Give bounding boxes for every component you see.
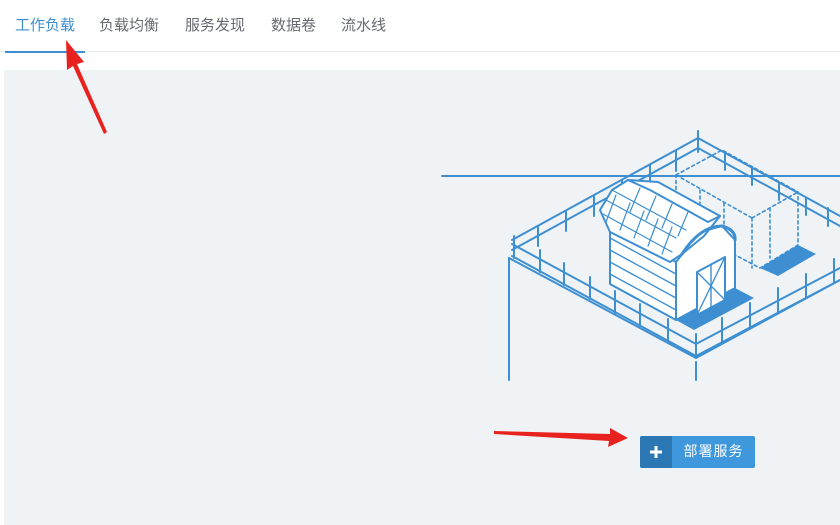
tab-service-discovery[interactable]: 服务发现 xyxy=(185,0,245,52)
deploy-service-button[interactable]: 部署服务 xyxy=(640,436,755,468)
plus-icon xyxy=(640,436,672,468)
tab-bar: 工作负载 负载均衡 服务发现 数据卷 流水线 xyxy=(0,0,840,53)
empty-state-panel: 部署服务 xyxy=(4,70,840,525)
tab-pipeline[interactable]: 流水线 xyxy=(341,0,386,52)
tab-volumes[interactable]: 数据卷 xyxy=(271,0,316,52)
page: 工作负载 负载均衡 服务发现 数据卷 流水线 部署服务 xyxy=(0,0,840,525)
deploy-service-label: 部署服务 xyxy=(683,444,744,460)
tab-workload[interactable]: 工作负载 xyxy=(4,0,86,53)
tab-load-balancer[interactable]: 负载均衡 xyxy=(99,0,159,52)
